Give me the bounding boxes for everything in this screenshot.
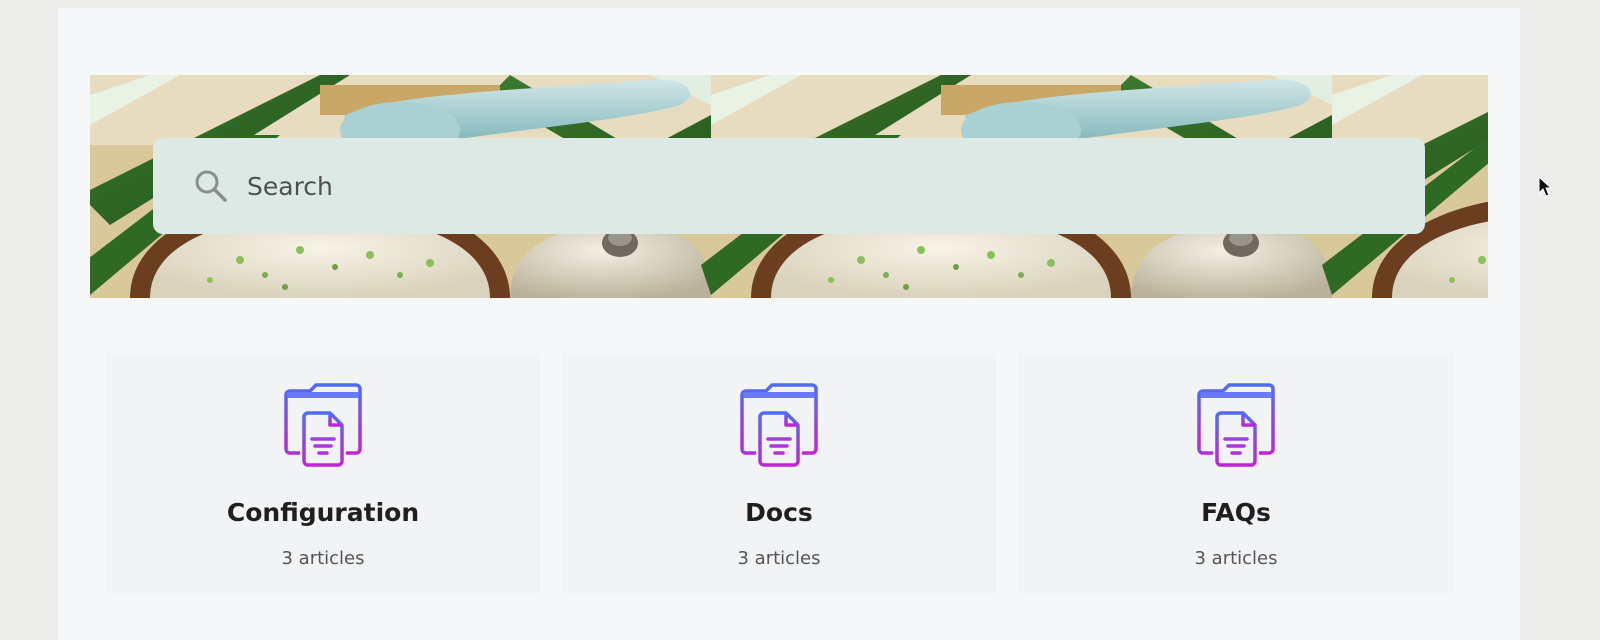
folder-document-icon [284,383,362,467]
category-title[interactable]: FAQs [1019,498,1453,527]
category-title[interactable]: Docs [562,498,996,527]
category-card-docs[interactable]: Docs 3 articles [562,353,996,593]
page-panel: Configuration 3 articles [58,8,1520,640]
search-input[interactable] [247,171,1247,201]
search-icon [193,168,229,204]
category-title[interactable]: Configuration [106,498,540,527]
folder-document-icon [740,383,818,467]
hero-banner [90,75,1488,298]
category-card-configuration[interactable]: Configuration 3 articles [106,353,540,593]
article-count: 3 articles [281,548,365,569]
article-count: 3 articles [1194,548,1278,569]
category-card-faqs[interactable]: FAQs 3 articles [1019,353,1453,593]
category-grid: Configuration 3 articles Docs 3 articles… [106,353,1468,593]
mouse-cursor-icon [1538,176,1552,197]
search-bar[interactable] [153,138,1425,234]
article-count: 3 articles [737,548,821,569]
folder-document-icon [1197,383,1275,467]
